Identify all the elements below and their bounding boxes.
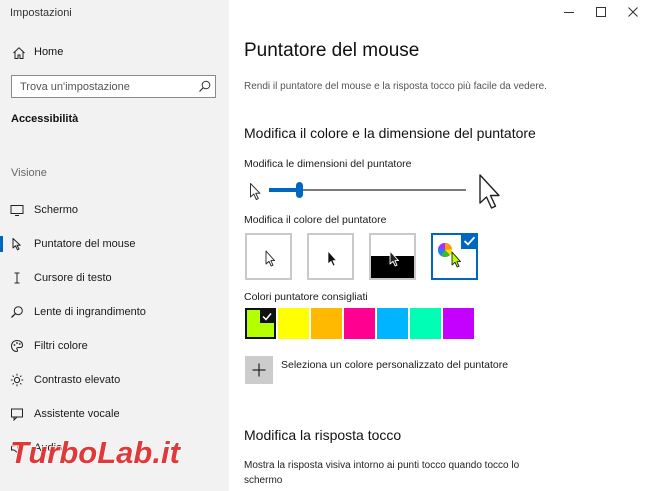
white-pointer-icon	[265, 250, 275, 267]
app-title: Impostazioni	[10, 7, 72, 19]
pointer-color-custom[interactable]	[431, 233, 478, 280]
main-content: Puntatore del mouse Rendi il puntatore d…	[229, 0, 650, 491]
sidebar-item-lente-di-ingrandimento[interactable]: Lente di ingrandimento	[0, 295, 229, 329]
touch-section-heading: Modifica la risposta tocco	[244, 427, 402, 443]
sidebar-item-label: Lente di ingrandimento	[34, 306, 146, 318]
display-icon	[10, 205, 24, 216]
small-pointer-icon	[250, 183, 261, 200]
color-swatch[interactable]	[443, 308, 474, 339]
sidebar-item-label: Schermo	[34, 204, 79, 216]
sidebar: Impostazioni Home Accessibilità Visione …	[0, 0, 229, 491]
slider-thumb[interactable]	[295, 182, 303, 198]
selected-check-badge	[461, 233, 478, 249]
touch-description: Mostra la risposta visiva intorno ai pun…	[244, 460, 520, 486]
checkmark-icon	[260, 310, 274, 323]
custom-color-label: Seleziona un colore personalizzato del p…	[281, 359, 509, 371]
pointer-size-label: Modifica le dimensioni del puntatore	[244, 158, 412, 170]
search-input[interactable]	[12, 76, 192, 97]
turbolab-watermark-logo: TurboLab.it	[9, 434, 182, 471]
pointer-icon	[12, 238, 21, 251]
section-title: Accessibilità	[11, 113, 79, 125]
sidebar-item-assistente-vocale[interactable]: Assistente vocale	[0, 397, 229, 431]
sidebar-item-schermo[interactable]: Schermo	[0, 193, 229, 227]
magnifier-icon	[11, 306, 23, 318]
pointer-section-heading: Modifica il colore e la dimensione del p…	[244, 125, 536, 141]
sidebar-item-contrasto-elevato[interactable]: Contrasto elevato	[0, 363, 229, 397]
text-cursor-icon	[14, 272, 20, 284]
slider-fill	[269, 188, 299, 192]
home-label: Home	[34, 46, 64, 58]
page-title: Puntatore del mouse	[244, 40, 420, 61]
color-swatch[interactable]	[278, 308, 309, 339]
page-description: Rendi il puntatore del mouse e la rispos…	[244, 81, 547, 92]
color-swatch[interactable]	[245, 308, 276, 339]
color-swatch[interactable]	[344, 308, 375, 339]
pointer-color-white[interactable]	[245, 233, 292, 280]
contrast-icon	[10, 373, 24, 387]
plus-icon	[252, 363, 266, 377]
home-nav-item[interactable]: Home	[0, 41, 229, 65]
svg-text:TurboLab.it: TurboLab.it	[10, 435, 182, 470]
color-swatch[interactable]	[410, 308, 441, 339]
black-pointer-icon	[327, 250, 337, 267]
color-swatch[interactable]	[311, 308, 342, 339]
pointer-color-inverted[interactable]	[369, 233, 416, 280]
sidebar-item-label: Assistente vocale	[34, 408, 120, 420]
search-icon[interactable]	[198, 80, 211, 93]
search-box[interactable]	[11, 75, 216, 98]
checkmark-icon	[463, 236, 476, 246]
sidebar-nav: Schermo Puntatore del mouse Cursore di t…	[0, 193, 229, 465]
color-swatch[interactable]	[377, 308, 408, 339]
sidebar-item-label: Filtri colore	[34, 340, 88, 352]
suggested-colors-label: Colori puntatore consigliati	[244, 291, 368, 303]
pointer-color-label: Modifica il colore del puntatore	[244, 214, 387, 226]
pointer-size-slider[interactable]	[244, 173, 514, 213]
sidebar-item-label: Cursore di testo	[34, 272, 112, 284]
home-icon	[13, 47, 25, 59]
sidebar-item-puntatore-del-mouse[interactable]: Puntatore del mouse	[0, 227, 229, 261]
group-label: Visione	[11, 167, 47, 179]
sidebar-item-cursore-di-testo[interactable]: Cursore di testo	[0, 261, 229, 295]
sidebar-item-label: Contrasto elevato	[34, 374, 121, 386]
pointer-color-black[interactable]	[307, 233, 354, 280]
sidebar-item-label: Puntatore del mouse	[34, 238, 136, 250]
large-pointer-icon	[479, 174, 500, 209]
inverted-pointer-icon	[371, 250, 414, 278]
narrator-icon	[11, 408, 23, 421]
add-custom-color-button[interactable]	[245, 356, 273, 384]
sidebar-item-filtri-colore[interactable]: Filtri colore	[0, 329, 229, 363]
palette-icon	[10, 339, 24, 353]
